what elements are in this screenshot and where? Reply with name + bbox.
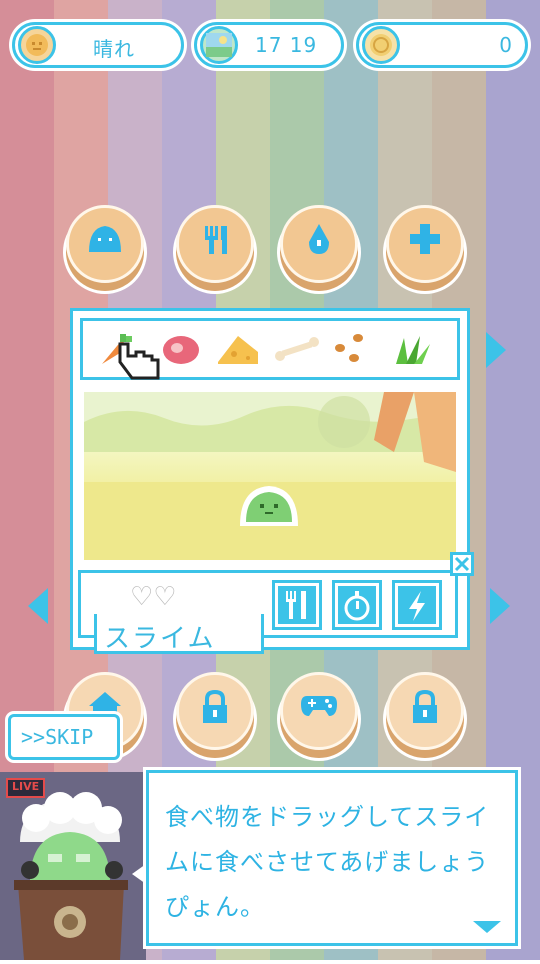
dialog-text: 食べ物をドラッグしてスライムに食べさせてあげましょうぴょん。 <box>165 803 490 921</box>
gamepad-icon <box>283 689 355 729</box>
slime-pet[interactable] <box>236 482 302 536</box>
dialog-continue-icon[interactable] <box>473 921 501 933</box>
fork-knife-icon <box>179 222 251 267</box>
landscape-icon <box>200 26 238 64</box>
weather-label: 晴れ <box>93 37 135 61</box>
live-badge: LIVE <box>6 778 46 798</box>
hearts: ♡♡ <box>130 582 177 612</box>
pet-feed-button[interactable] <box>272 580 322 630</box>
pet-prev-arrow[interactable] <box>28 588 48 624</box>
pet-energy-button[interactable] <box>392 580 442 630</box>
heal-button[interactable] <box>386 205 464 283</box>
water-drop-icon <box>283 222 355 267</box>
slime-icon <box>69 222 141 265</box>
pointer-hand-icon <box>114 338 166 390</box>
dialog-pointer <box>132 864 146 884</box>
lock-icon <box>389 689 461 734</box>
weather-status: 晴れ <box>12 22 184 68</box>
pet-name: スライム <box>104 624 216 654</box>
food-nuts[interactable] <box>330 330 370 368</box>
bone-icon <box>272 337 322 372</box>
meat-icon <box>160 336 202 372</box>
food-grass[interactable] <box>390 330 430 368</box>
pet-time-button[interactable] <box>332 580 382 630</box>
sun-face-icon <box>18 26 56 64</box>
narrator-avatar <box>0 772 146 960</box>
lock-icon <box>179 689 251 734</box>
slime-status-button[interactable] <box>66 205 144 283</box>
locked-button-1[interactable] <box>176 672 254 750</box>
plus-icon <box>389 222 461 265</box>
lightning-icon <box>395 589 439 630</box>
fork-knife-icon <box>275 589 319 630</box>
feed-button[interactable] <box>176 205 254 283</box>
grass-icon <box>390 336 434 372</box>
skip-label: >>SKIP <box>21 725 94 749</box>
coin-count: 0 <box>499 33 513 57</box>
pet-next-arrow[interactable] <box>490 588 510 624</box>
narrator-panel <box>0 772 146 960</box>
nuts-icon <box>330 334 370 372</box>
skip-button[interactable]: >>SKIP <box>8 714 120 760</box>
food-next-arrow[interactable] <box>486 332 506 368</box>
cheese-icon <box>216 336 260 372</box>
coin-icon <box>362 26 400 64</box>
clock-status: 17 19 <box>194 22 344 68</box>
clock-time: 17 19 <box>255 33 318 57</box>
water-button[interactable] <box>280 205 358 283</box>
food-bone[interactable] <box>272 330 319 368</box>
food-cheese[interactable] <box>216 330 258 368</box>
clock-icon <box>335 589 379 630</box>
locked-button-2[interactable] <box>386 672 464 750</box>
close-button[interactable] <box>450 552 474 576</box>
close-icon <box>454 556 470 572</box>
dialog-box[interactable]: 食べ物をドラッグしてスライムに食べさせてあげましょうぴょん。 <box>146 770 518 946</box>
food-meat[interactable] <box>160 330 200 368</box>
coin-status: 0 <box>356 22 528 68</box>
play-button[interactable] <box>280 672 358 750</box>
